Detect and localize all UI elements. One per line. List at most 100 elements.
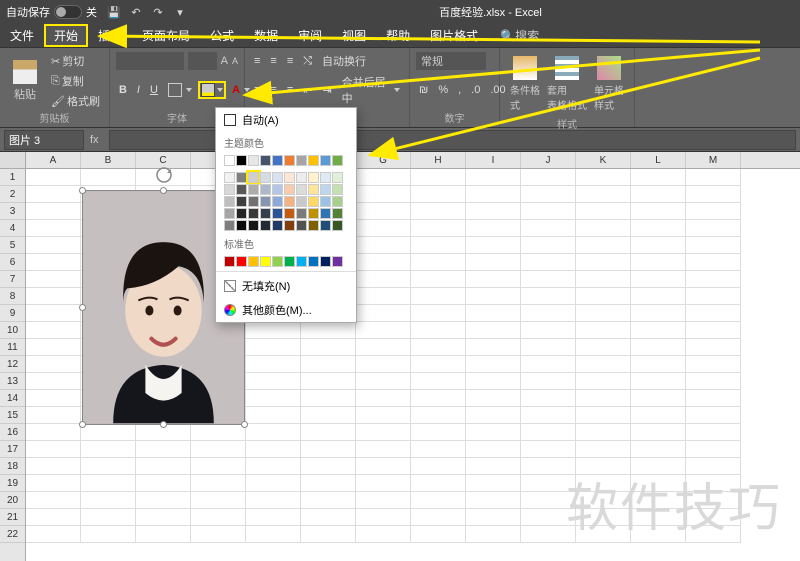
cell[interactable] — [466, 237, 521, 254]
border-button[interactable] — [165, 82, 195, 98]
color-swatch[interactable] — [236, 184, 247, 195]
cell[interactable] — [26, 441, 81, 458]
cell[interactable] — [631, 475, 686, 492]
cell[interactable] — [136, 509, 191, 526]
cell[interactable] — [521, 186, 576, 203]
row-header[interactable]: 8 — [0, 288, 25, 305]
cell[interactable] — [686, 424, 741, 441]
cell[interactable] — [301, 322, 356, 339]
cell[interactable] — [686, 526, 741, 543]
cell[interactable] — [631, 203, 686, 220]
cell[interactable] — [576, 169, 631, 186]
font-size-select[interactable] — [188, 52, 217, 70]
color-swatch[interactable] — [284, 208, 295, 219]
select-all-corner[interactable] — [0, 152, 25, 169]
align-left-button[interactable]: ≡ — [251, 83, 263, 97]
cell[interactable] — [411, 339, 466, 356]
cell[interactable] — [686, 186, 741, 203]
cell[interactable] — [686, 458, 741, 475]
row-header[interactable]: 7 — [0, 271, 25, 288]
cell[interactable] — [246, 526, 301, 543]
fill-color-button[interactable] — [199, 82, 225, 98]
cell[interactable] — [26, 271, 81, 288]
cell[interactable] — [356, 475, 411, 492]
cell[interactable] — [246, 390, 301, 407]
cell[interactable] — [466, 220, 521, 237]
color-swatch[interactable] — [260, 155, 271, 166]
cell[interactable] — [466, 322, 521, 339]
cell[interactable] — [26, 288, 81, 305]
color-swatch[interactable] — [260, 256, 271, 267]
row-header[interactable]: 4 — [0, 220, 25, 237]
cell[interactable] — [686, 441, 741, 458]
save-icon[interactable]: 💾 — [107, 5, 121, 19]
cell[interactable] — [521, 288, 576, 305]
row-header[interactable]: 5 — [0, 237, 25, 254]
color-swatch[interactable] — [260, 196, 271, 207]
color-swatch[interactable] — [272, 172, 283, 183]
cell[interactable] — [631, 322, 686, 339]
cell[interactable] — [576, 509, 631, 526]
cell[interactable] — [356, 509, 411, 526]
resize-handle[interactable] — [79, 304, 86, 311]
cell[interactable] — [301, 475, 356, 492]
cell[interactable] — [466, 407, 521, 424]
cell[interactable] — [356, 220, 411, 237]
color-swatch[interactable] — [224, 208, 235, 219]
color-swatch[interactable] — [224, 256, 235, 267]
cell[interactable] — [26, 475, 81, 492]
color-swatch[interactable] — [284, 172, 295, 183]
cell[interactable] — [411, 186, 466, 203]
cell[interactable] — [686, 288, 741, 305]
cell[interactable] — [246, 458, 301, 475]
cell[interactable] — [521, 526, 576, 543]
cell[interactable] — [246, 424, 301, 441]
resize-handle[interactable] — [79, 421, 86, 428]
cell[interactable] — [521, 220, 576, 237]
cell[interactable] — [521, 390, 576, 407]
color-swatch[interactable] — [236, 220, 247, 231]
color-swatch[interactable] — [224, 155, 235, 166]
row-header[interactable]: 11 — [0, 339, 25, 356]
format-painter-button[interactable]: 🖌格式刷 — [48, 92, 103, 110]
color-swatch[interactable] — [272, 196, 283, 207]
cell[interactable] — [301, 424, 356, 441]
color-swatch[interactable] — [248, 196, 259, 207]
color-swatch[interactable] — [236, 196, 247, 207]
color-swatch[interactable] — [296, 172, 307, 183]
color-swatch[interactable] — [224, 196, 235, 207]
cell[interactable] — [411, 492, 466, 509]
font-family-select[interactable] — [116, 52, 184, 70]
color-swatch[interactable] — [296, 208, 307, 219]
cell[interactable] — [521, 492, 576, 509]
color-swatch[interactable] — [284, 184, 295, 195]
align-right-button[interactable]: ≡ — [284, 83, 296, 97]
cell[interactable] — [576, 254, 631, 271]
cell[interactable] — [466, 441, 521, 458]
color-swatch[interactable] — [272, 220, 283, 231]
column-header[interactable]: G — [356, 152, 411, 168]
color-swatch[interactable] — [236, 155, 247, 166]
cell[interactable] — [26, 322, 81, 339]
color-swatch[interactable] — [272, 155, 283, 166]
cell[interactable] — [356, 492, 411, 509]
cell[interactable] — [356, 390, 411, 407]
align-top-button[interactable]: ≡ — [251, 54, 263, 68]
cell[interactable] — [136, 526, 191, 543]
cell[interactable] — [521, 203, 576, 220]
no-fill[interactable]: 无填充(N) — [216, 274, 356, 298]
row-header[interactable]: 2 — [0, 186, 25, 203]
color-swatch[interactable] — [236, 256, 247, 267]
wrap-text-button[interactable]: 自动换行 — [319, 52, 369, 70]
cell[interactable] — [301, 441, 356, 458]
cell[interactable] — [246, 509, 301, 526]
cell[interactable] — [576, 271, 631, 288]
cell[interactable] — [521, 407, 576, 424]
cell[interactable] — [411, 271, 466, 288]
cell[interactable] — [136, 458, 191, 475]
cell[interactable] — [631, 373, 686, 390]
cell[interactable] — [246, 407, 301, 424]
cell[interactable] — [301, 373, 356, 390]
cell[interactable] — [686, 305, 741, 322]
cell[interactable] — [26, 424, 81, 441]
